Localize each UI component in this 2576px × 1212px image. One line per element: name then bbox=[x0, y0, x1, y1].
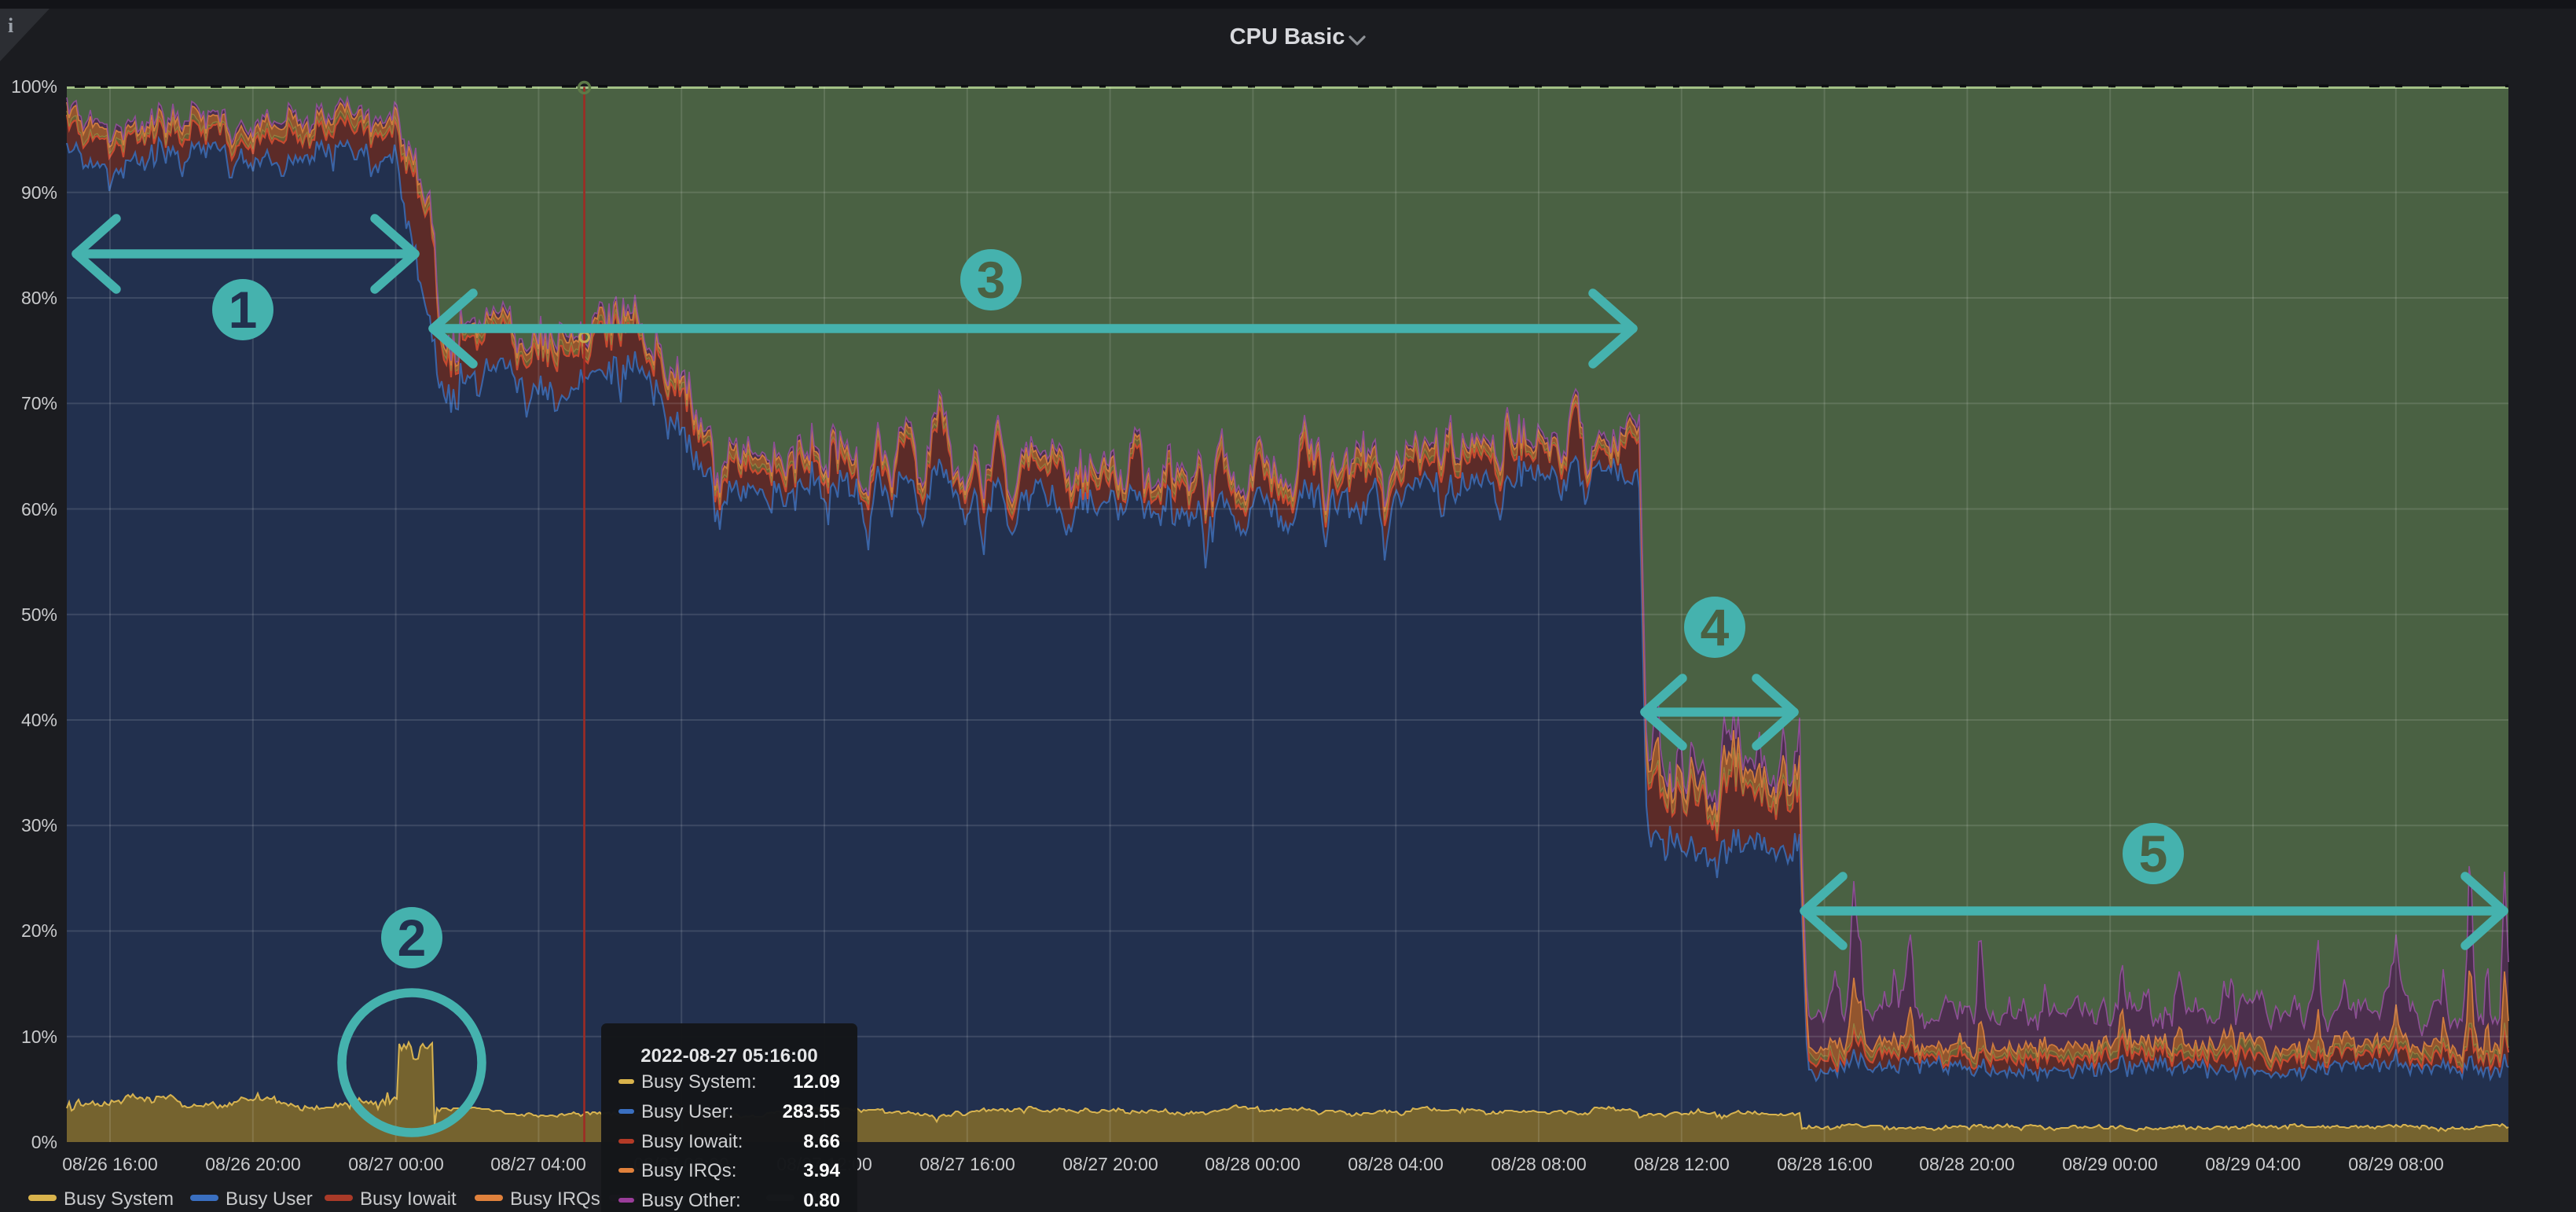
svg-text:10%: 10% bbox=[21, 1027, 57, 1047]
svg-text:08/29 00:00: 08/29 00:00 bbox=[2062, 1154, 2158, 1174]
svg-text:4: 4 bbox=[1701, 598, 1730, 656]
svg-text:50%: 50% bbox=[21, 604, 57, 625]
svg-text:08/28 08:00: 08/28 08:00 bbox=[1491, 1154, 1587, 1174]
svg-text:Busy User: Busy User bbox=[226, 1188, 313, 1210]
svg-text:100%: 100% bbox=[11, 76, 57, 97]
svg-text:Busy IRQs: Busy IRQs bbox=[510, 1188, 600, 1210]
svg-text:08/27 04:00: 08/27 04:00 bbox=[490, 1154, 586, 1174]
svg-text:80%: 80% bbox=[21, 288, 57, 308]
svg-text:08/28 12:00: 08/28 12:00 bbox=[1634, 1154, 1730, 1174]
svg-text:12.09: 12.09 bbox=[793, 1071, 840, 1093]
svg-text:08/28 00:00: 08/28 00:00 bbox=[1205, 1154, 1301, 1174]
svg-text:3: 3 bbox=[977, 251, 1006, 309]
svg-text:08/28 04:00: 08/28 04:00 bbox=[1348, 1154, 1444, 1174]
svg-text:CPU Basic: CPU Basic bbox=[1230, 24, 1345, 50]
svg-text:Busy System: Busy System bbox=[64, 1188, 174, 1210]
svg-text:2: 2 bbox=[398, 909, 427, 967]
svg-text:70%: 70% bbox=[21, 393, 57, 413]
svg-text:60%: 60% bbox=[21, 499, 57, 520]
svg-text:08/28 16:00: 08/28 16:00 bbox=[1777, 1154, 1873, 1174]
svg-text:08/26 20:00: 08/26 20:00 bbox=[205, 1154, 301, 1174]
svg-text:Busy Other:: Busy Other: bbox=[641, 1190, 741, 1211]
svg-text:i: i bbox=[8, 14, 13, 37]
svg-text:3.94: 3.94 bbox=[803, 1160, 840, 1181]
svg-text:08/29 08:00: 08/29 08:00 bbox=[2348, 1154, 2444, 1174]
svg-text:2022-08-27 05:16:00: 2022-08-27 05:16:00 bbox=[640, 1045, 818, 1067]
svg-text:5: 5 bbox=[2139, 825, 2168, 883]
svg-text:Busy System:: Busy System: bbox=[641, 1071, 757, 1093]
svg-text:Busy IRQs:: Busy IRQs: bbox=[641, 1160, 736, 1181]
svg-text:Busy Iowait:: Busy Iowait: bbox=[641, 1131, 743, 1152]
svg-text:20%: 20% bbox=[21, 920, 57, 941]
svg-text:08/29 04:00: 08/29 04:00 bbox=[2205, 1154, 2301, 1174]
svg-text:0%: 0% bbox=[31, 1132, 57, 1152]
svg-text:08/27 00:00: 08/27 00:00 bbox=[348, 1154, 444, 1174]
svg-text:8.66: 8.66 bbox=[803, 1131, 840, 1152]
svg-text:Busy User:: Busy User: bbox=[641, 1101, 733, 1122]
svg-text:90%: 90% bbox=[21, 182, 57, 203]
svg-text:0.80: 0.80 bbox=[803, 1190, 840, 1211]
svg-text:Busy Iowait: Busy Iowait bbox=[360, 1188, 457, 1210]
svg-text:08/27 16:00: 08/27 16:00 bbox=[919, 1154, 1015, 1174]
svg-text:283.55: 283.55 bbox=[783, 1101, 840, 1122]
svg-text:1: 1 bbox=[229, 281, 258, 339]
svg-text:08/27 20:00: 08/27 20:00 bbox=[1062, 1154, 1158, 1174]
svg-text:40%: 40% bbox=[21, 710, 57, 730]
svg-text:08/28 20:00: 08/28 20:00 bbox=[1919, 1154, 2015, 1174]
svg-text:08/26 16:00: 08/26 16:00 bbox=[62, 1154, 158, 1174]
svg-text:30%: 30% bbox=[21, 815, 57, 836]
